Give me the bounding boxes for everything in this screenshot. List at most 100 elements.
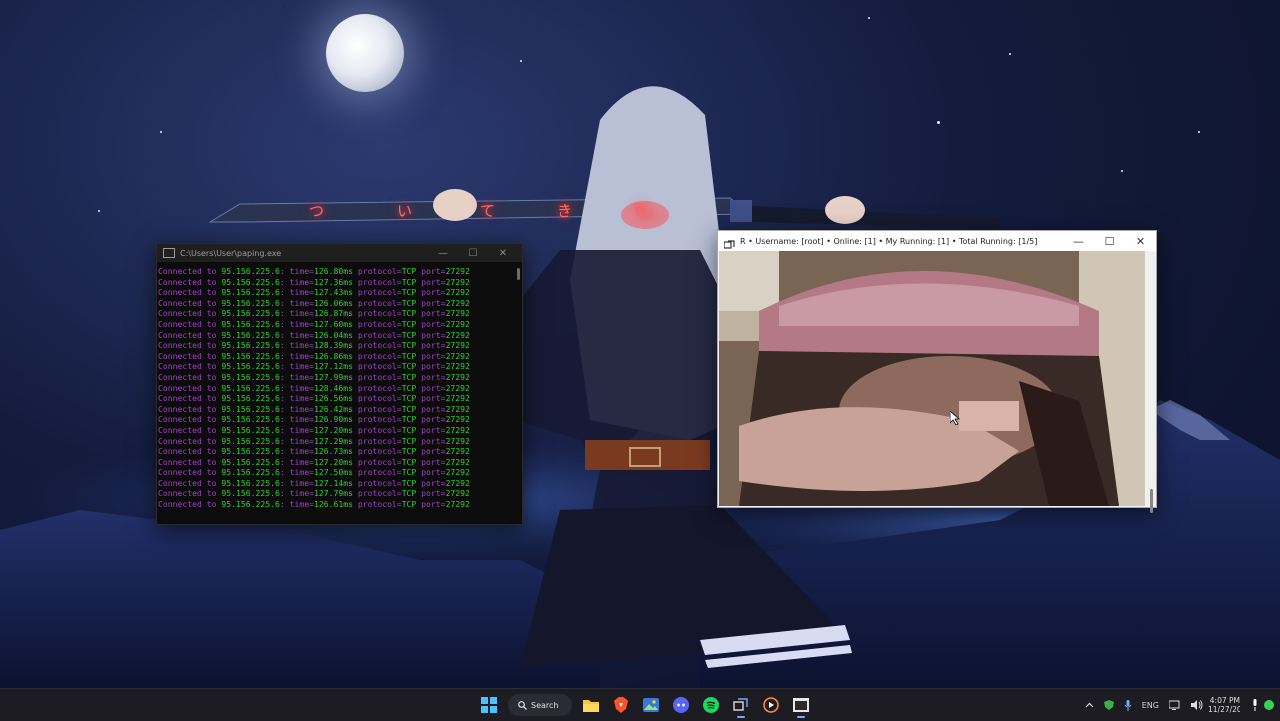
remote-viewer-window[interactable]: R • Username: [root] • Online: [1] • My … bbox=[717, 230, 1157, 513]
terminal-port: 27292 bbox=[445, 308, 470, 319]
remote-minimize-button[interactable]: — bbox=[1063, 231, 1094, 251]
terminal-time-lbl: time= bbox=[289, 287, 314, 298]
terminal-line: Connected to 95.156.225.6: time=126.73ms… bbox=[157, 446, 522, 457]
remote-maximize-button[interactable]: ☐ bbox=[1094, 231, 1125, 251]
terminal-port: 27292 bbox=[445, 329, 470, 340]
terminal-line: Connected to 95.156.225.6: time=127.60ms… bbox=[157, 319, 522, 330]
terminal-proto: TCP bbox=[401, 435, 417, 446]
terminal-time-lbl: time= bbox=[289, 467, 314, 478]
media-player-icon bbox=[763, 697, 779, 713]
terminal-proto: TCP bbox=[401, 308, 417, 319]
terminal-proto-lbl: protocol= bbox=[352, 499, 402, 510]
terminal-time: 127.14ms bbox=[313, 477, 353, 488]
terminal-prefix: Connected to bbox=[158, 456, 222, 467]
remote-viewer-titlebar[interactable]: R • Username: [root] • Online: [1] • My … bbox=[718, 231, 1156, 251]
start-icon bbox=[481, 697, 497, 713]
remote-close-button[interactable]: ✕ bbox=[1125, 231, 1156, 251]
tray-microphone[interactable] bbox=[1124, 699, 1132, 711]
terminal-port-lbl: port= bbox=[416, 361, 446, 372]
terminal-scrollbar[interactable] bbox=[517, 268, 520, 280]
taskbar-photos[interactable] bbox=[636, 691, 666, 719]
notification-indicator[interactable] bbox=[1264, 700, 1274, 710]
taskbar-terminal[interactable] bbox=[786, 691, 816, 719]
tray-volume[interactable] bbox=[1191, 700, 1203, 710]
start-button[interactable] bbox=[474, 691, 504, 719]
terminal-sep: : bbox=[279, 318, 290, 329]
terminal-close-button[interactable]: ✕ bbox=[488, 244, 518, 262]
taskbar-file-explorer[interactable] bbox=[576, 691, 606, 719]
terminal-line: Connected to 95.156.225.6: time=126.61ms… bbox=[157, 499, 522, 510]
terminal-port-lbl: port= bbox=[416, 424, 446, 435]
terminal-sep: : bbox=[279, 382, 290, 393]
terminal-port-lbl: port= bbox=[416, 467, 446, 478]
terminal-minimize-button[interactable]: — bbox=[428, 244, 458, 262]
terminal-sep: : bbox=[279, 266, 290, 276]
terminal-proto-lbl: protocol= bbox=[352, 477, 402, 488]
terminal-proto: TCP bbox=[401, 403, 417, 414]
terminal-time: 126.90ms bbox=[313, 414, 353, 425]
terminal-proto: TCP bbox=[401, 467, 417, 478]
terminal-ip: 95.156.225.6 bbox=[221, 350, 280, 361]
terminal-maximize-button[interactable]: ☐ bbox=[458, 244, 488, 262]
taskbar-spotify[interactable] bbox=[696, 691, 726, 719]
terminal-sep: : bbox=[279, 403, 290, 414]
brave-icon bbox=[614, 697, 628, 713]
terminal-time-lbl: time= bbox=[289, 488, 314, 499]
terminal-port: 27292 bbox=[445, 393, 470, 404]
tray-overflow-button[interactable] bbox=[1085, 702, 1094, 708]
terminal-sep: : bbox=[279, 340, 290, 351]
clock[interactable]: 4:07 PM 11/27/2023 bbox=[1208, 696, 1240, 714]
terminal-time-lbl: time= bbox=[289, 403, 314, 414]
network-icon bbox=[1169, 700, 1180, 710]
terminal-proto: TCP bbox=[401, 329, 417, 340]
terminal-port: 27292 bbox=[445, 467, 470, 478]
tray-voice-access[interactable] bbox=[1251, 699, 1259, 711]
blade-glyph: い bbox=[397, 202, 413, 220]
terminal-prefix: Connected to bbox=[158, 414, 222, 425]
remote-viewer-scrollbar[interactable] bbox=[1146, 251, 1156, 513]
terminal-prefix: Connected to bbox=[158, 477, 222, 488]
terminal-ip: 95.156.225.6 bbox=[221, 361, 280, 372]
language-indicator[interactable]: ENG bbox=[1142, 701, 1159, 710]
search-label: Search bbox=[531, 700, 559, 710]
terminal-time-lbl: time= bbox=[289, 435, 314, 446]
terminal-port: 27292 bbox=[445, 403, 470, 414]
terminal-port-lbl: port= bbox=[416, 350, 446, 361]
taskbar-remote-app[interactable] bbox=[726, 691, 756, 719]
terminal-proto: TCP bbox=[401, 340, 417, 351]
terminal-sep: : bbox=[279, 350, 290, 361]
discord-icon bbox=[673, 697, 689, 713]
paping-terminal-window[interactable]: C:\Users\User\paping.exe — ☐ ✕ Connected… bbox=[156, 243, 523, 525]
terminal-proto-lbl: protocol= bbox=[352, 308, 402, 319]
terminal-proto: TCP bbox=[401, 350, 417, 361]
terminal-port-lbl: port= bbox=[416, 499, 446, 510]
tray-security[interactable] bbox=[1103, 700, 1114, 710]
remote-viewer-title: R • Username: [root] • Online: [1] • My … bbox=[740, 236, 1038, 246]
tray-network[interactable] bbox=[1169, 700, 1181, 710]
terminal-port: 27292 bbox=[445, 446, 470, 457]
terminal-port: 27292 bbox=[445, 350, 470, 361]
terminal-time-lbl: time= bbox=[289, 393, 314, 404]
terminal-port: 27292 bbox=[445, 488, 470, 499]
terminal-sep: : bbox=[279, 446, 290, 457]
remote-viewer-scroll-thumb[interactable] bbox=[1150, 489, 1153, 513]
taskbar-media-player[interactable] bbox=[756, 691, 786, 719]
taskbar-discord[interactable] bbox=[666, 691, 696, 719]
terminal-port: 27292 bbox=[445, 424, 470, 435]
terminal-time-lbl: time= bbox=[289, 456, 314, 467]
terminal-port: 27292 bbox=[445, 287, 470, 298]
terminal-titlebar[interactable]: C:\Users\User\paping.exe — ☐ ✕ bbox=[157, 244, 522, 262]
clock-date: 11/27/2023 bbox=[1208, 705, 1240, 714]
terminal-line: Connected to 95.156.225.6: time=127.14ms… bbox=[157, 478, 522, 489]
taskbar-brave[interactable] bbox=[606, 691, 636, 719]
terminal-proto-lbl: protocol= bbox=[352, 340, 402, 351]
terminal-time: 126.73ms bbox=[313, 446, 353, 457]
terminal-sep: : bbox=[279, 329, 290, 340]
terminal-port: 27292 bbox=[445, 499, 470, 510]
remote-screen-view[interactable] bbox=[719, 251, 1145, 506]
terminal-time: 128.46ms bbox=[313, 382, 353, 393]
taskbar-search-button[interactable]: Search bbox=[508, 694, 572, 716]
terminal-proto: TCP bbox=[401, 297, 417, 308]
terminal-time: 127.99ms bbox=[313, 371, 353, 382]
terminal-output[interactable]: Connected to 95.156.225.6: time=126.80ms… bbox=[157, 262, 522, 518]
